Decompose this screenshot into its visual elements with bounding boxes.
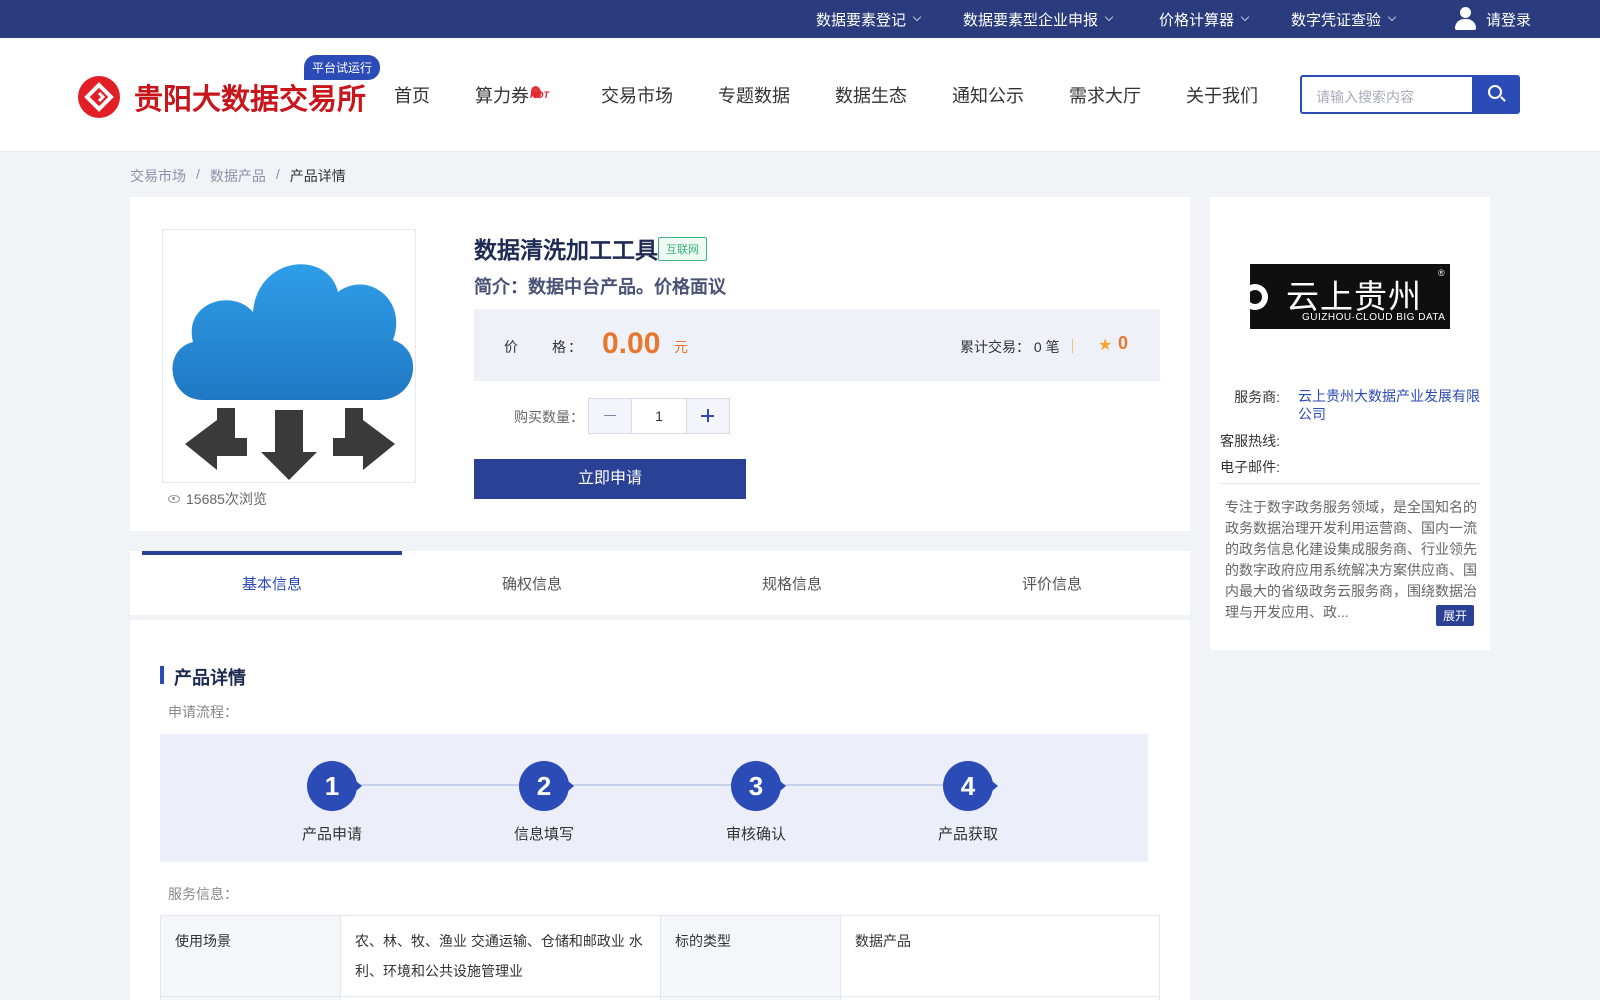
view-count: 15685次浏览	[168, 489, 267, 509]
site-header: 贵阳大数据交易所 平台试运行 首页 算力券 HOT 交易市场 专题数据 数据生态…	[0, 38, 1600, 152]
apply-button[interactable]: 立即申请	[474, 459, 746, 499]
topbar-item-enterprise-report[interactable]: 数据要素型企业申报	[963, 0, 1114, 38]
nav-compute-voucher[interactable]: 算力券	[475, 82, 529, 108]
increase-button[interactable]	[687, 399, 729, 433]
service-info-table: 使用场景 农、林、牧、渔业 交通运输、仓储和邮政业 水利、环境和公共设施管理业 …	[160, 915, 1160, 1000]
breadcrumb: 交易市场 / 数据产品 / 产品详情	[130, 166, 346, 186]
breadcrumb-data-products[interactable]: 数据产品	[210, 166, 266, 186]
quantity-stepper: 1	[588, 398, 730, 434]
tab-ownership-info[interactable]: 确权信息	[402, 551, 662, 615]
service-info-label: 服务信息：	[168, 886, 238, 902]
product-detail-section: 产品详情 申请流程： 1 产品申请 2 信息填写 3 审核确认 4 产品获取 服…	[130, 620, 1190, 1000]
price-label: 价 格：	[504, 339, 584, 355]
breadcrumb-market[interactable]: 交易市场	[130, 166, 186, 186]
provider-card: 云上贵州 ® GUIZHOU·CLOUD BIG DATA 服务商: 云上贵州大…	[1210, 197, 1490, 650]
login-link[interactable]: 请登录	[1454, 0, 1531, 38]
tab-spec-info[interactable]: 规格信息	[662, 551, 922, 615]
user-icon	[1454, 7, 1476, 31]
detail-tabs: 基本信息 确权信息 规格信息 评价信息	[130, 551, 1190, 615]
nav-demand-hall[interactable]: 需求大厅	[1069, 82, 1141, 108]
product-image	[162, 229, 416, 483]
decrease-button[interactable]	[589, 399, 631, 433]
provider-service-label: 服务商:	[1234, 389, 1280, 405]
tab-reviews[interactable]: 评价信息	[922, 551, 1182, 615]
top-bar: 数据要素登记 数据要素型企业申报 价格计算器 数字凭证查验 请登录	[0, 0, 1600, 38]
cloud-transfer-icon	[172, 264, 414, 480]
nav-about[interactable]: 关于我们	[1186, 82, 1258, 108]
table-row: 使用场景 农、林、牧、渔业 交通运输、仓储和邮政业 水利、环境和公共设施管理业 …	[160, 915, 1160, 997]
logo-icon[interactable]	[78, 76, 120, 118]
nav-market[interactable]: 交易市场	[601, 82, 673, 108]
product-intro: 简介：数据中台产品。价格面议	[474, 277, 726, 297]
chevron-down-icon	[912, 12, 922, 22]
category-tag: 互联网	[658, 237, 707, 261]
brand-name[interactable]: 贵阳大数据交易所	[134, 76, 366, 118]
table-row	[160, 996, 1160, 1000]
step-item: 4 产品获取	[908, 761, 1028, 844]
trial-badge: 平台试运行	[304, 55, 381, 80]
topbar-item-data-registration[interactable]: 数据要素登记	[816, 0, 922, 38]
provider-name-link[interactable]: 云上贵州大数据产业发展有限公司	[1298, 387, 1480, 423]
chevron-down-icon	[1387, 12, 1397, 22]
flow-label: 申请流程：	[168, 704, 238, 720]
chevron-down-icon	[1104, 12, 1114, 22]
price-bar: 价 格： 0.00 元 累计交易： 0 笔 ★ 0	[474, 309, 1160, 381]
hot-badge: HOT	[530, 90, 549, 100]
section-title: 产品详情	[160, 664, 246, 690]
search-button[interactable]	[1472, 75, 1520, 114]
breadcrumb-current: 产品详情	[289, 168, 346, 184]
application-steps: 1 产品申请 2 信息填写 3 审核确认 4 产品获取	[160, 734, 1148, 862]
provider-email-label: 电子邮件:	[1220, 459, 1280, 475]
topbar-item-price-calculator[interactable]: 价格计算器	[1159, 0, 1250, 38]
price-value: 0.00	[602, 327, 661, 360]
step-item: 3 审核确认	[696, 761, 816, 844]
price-unit: 元	[674, 339, 688, 355]
eye-icon	[168, 495, 180, 503]
product-title: 数据清洗加工工具	[474, 237, 658, 263]
star-icon: ★	[1098, 337, 1113, 354]
topbar-item-certificate-check[interactable]: 数字凭证查验	[1291, 0, 1397, 38]
step-item: 1 产品申请	[272, 761, 392, 844]
step-item: 2 信息填写	[484, 761, 604, 844]
quantity-input[interactable]: 1	[631, 399, 687, 433]
chevron-down-icon	[1240, 12, 1250, 22]
product-card: 15685次浏览 数据清洗加工工具 互联网 简介：数据中台产品。价格面议 价 格…	[130, 197, 1190, 531]
quantity-label: 购买数量：	[514, 409, 584, 425]
nav-ecosystem[interactable]: 数据生态	[835, 82, 907, 108]
expand-button[interactable]: 展开	[1436, 605, 1475, 626]
rating-value: 0	[1118, 333, 1129, 353]
nav-notices[interactable]: 通知公示	[952, 82, 1024, 108]
provider-logo[interactable]: 云上贵州 ® GUIZHOU·CLOUD BIG DATA	[1250, 264, 1450, 329]
nav-topic-data[interactable]: 专题数据	[718, 82, 790, 108]
provider-hotline-label: 客服热线:	[1220, 433, 1280, 449]
tab-basic-info[interactable]: 基本信息	[142, 551, 402, 615]
search-input[interactable]: 请输入搜索内容	[1300, 75, 1472, 114]
nav-home[interactable]: 首页	[394, 82, 430, 108]
trade-count: 累计交易： 0 笔	[960, 339, 1060, 355]
